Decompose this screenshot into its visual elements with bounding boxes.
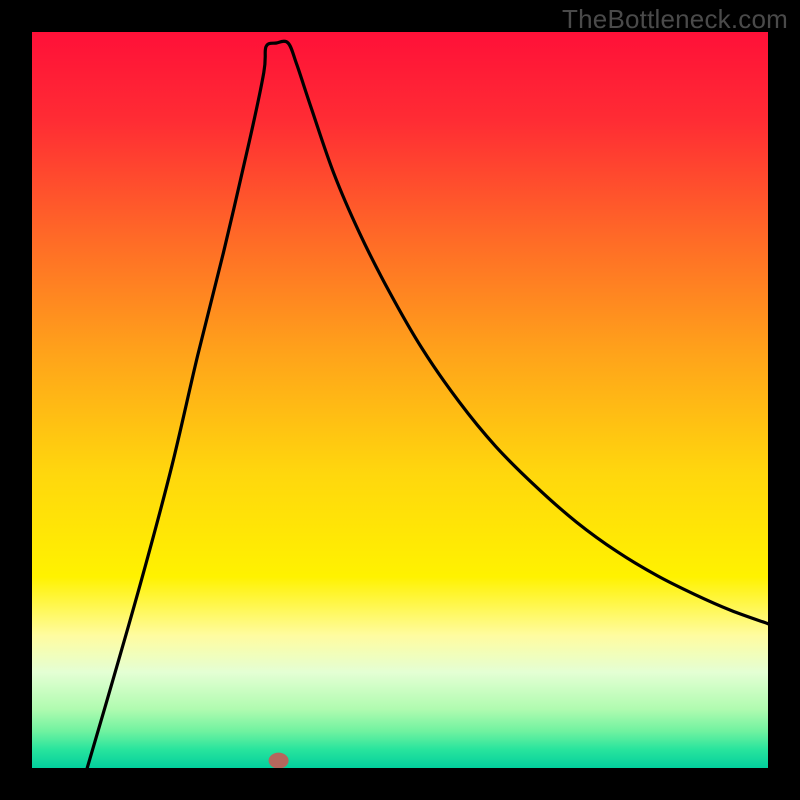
chart-frame: TheBottleneck.com	[0, 0, 800, 800]
chart-canvas	[32, 32, 768, 768]
plot-area	[32, 32, 768, 768]
gradient-background	[32, 32, 768, 768]
attribution-text: TheBottleneck.com	[562, 4, 788, 35]
optimum-marker	[269, 753, 289, 768]
